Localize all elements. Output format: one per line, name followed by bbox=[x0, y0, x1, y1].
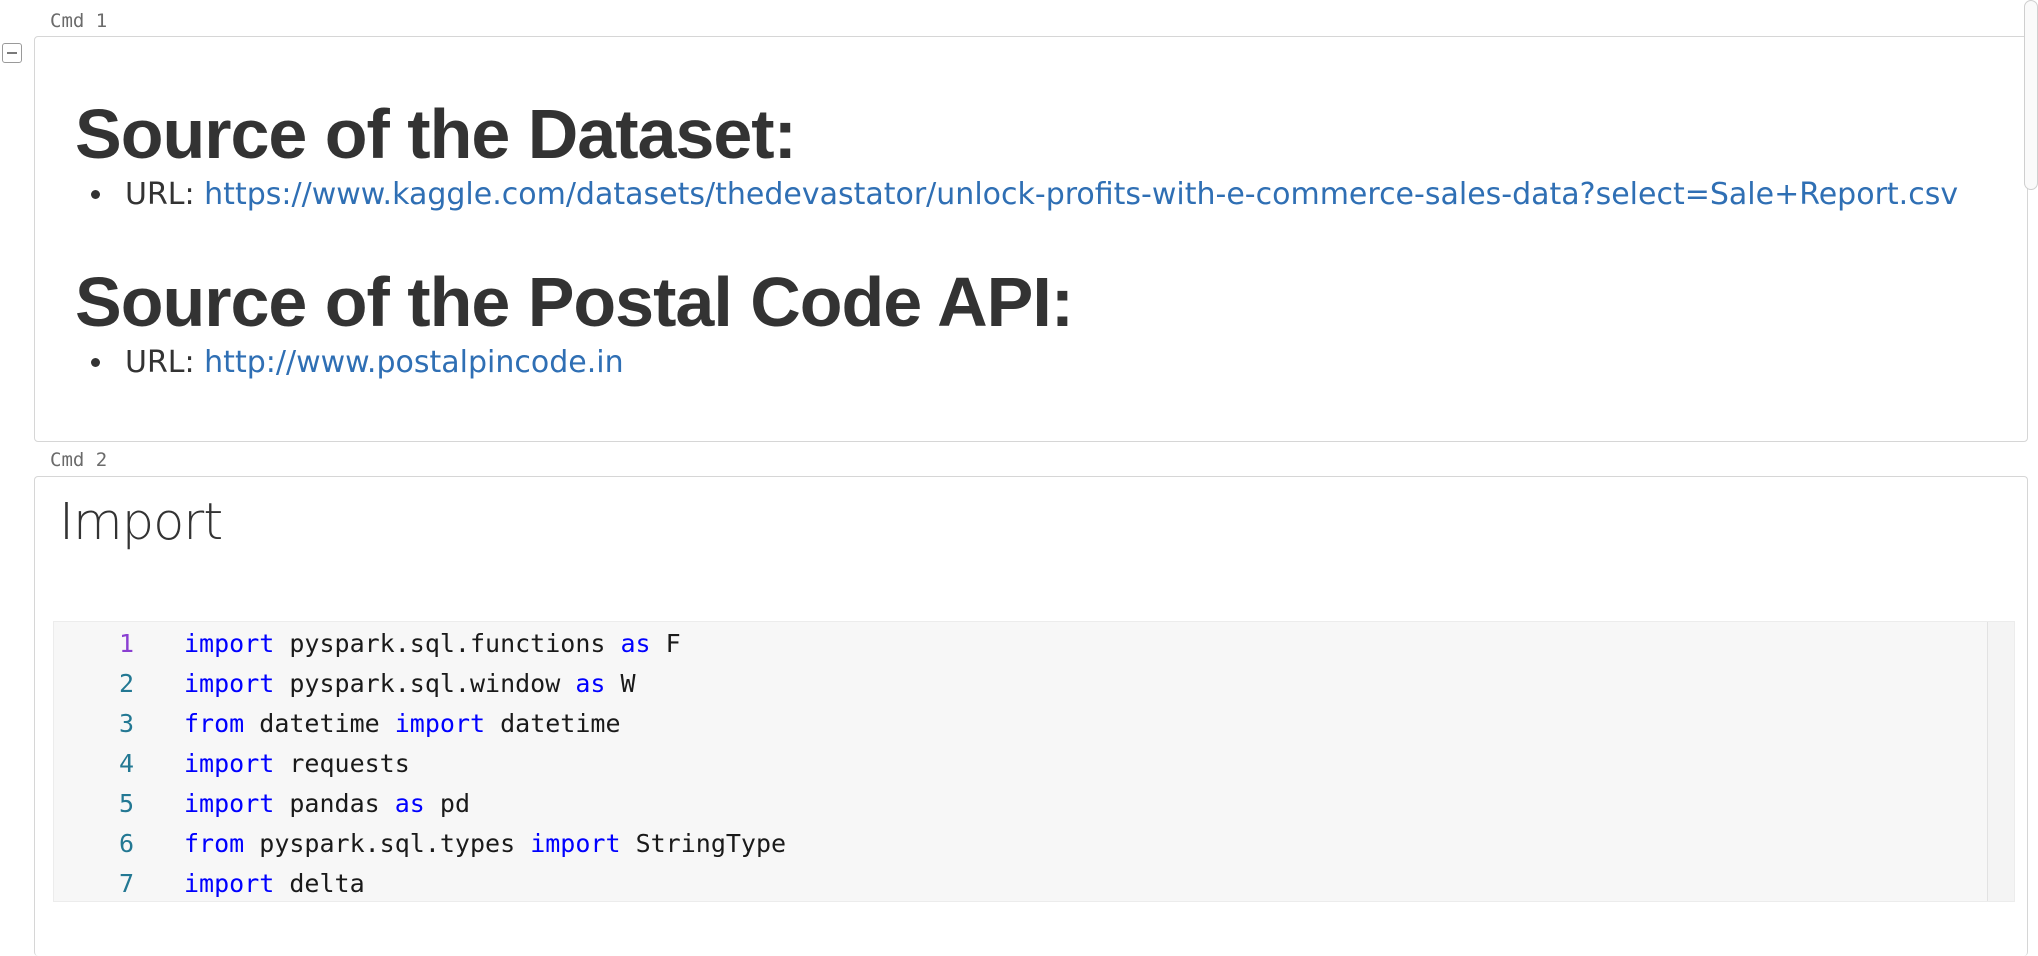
code-text: import requests bbox=[184, 744, 410, 784]
code-token: W bbox=[605, 669, 636, 698]
dataset-url-prefix: URL: bbox=[125, 177, 205, 212]
code-keyword: import bbox=[394, 709, 486, 738]
code-keyword: import bbox=[184, 749, 275, 778]
code-cell-2[interactable]: Import 1 import pyspark.sql.functions as … bbox=[34, 476, 2028, 956]
postal-api-source-heading: Source of the Postal Code API: bbox=[75, 263, 1074, 341]
code-keyword: import bbox=[184, 669, 275, 698]
dataset-url-item: URL: https://www.kaggle.com/datasets/the… bbox=[91, 177, 1958, 212]
code-editor[interactable]: 1 import pyspark.sql.functions as F 2 impor… bbox=[53, 621, 2015, 902]
page-scrollbar[interactable] bbox=[2024, 0, 2038, 190]
code-token: pyspark.sql.window bbox=[274, 669, 576, 698]
line-number: 5 bbox=[118, 789, 134, 818]
dataset-source-heading: Source of the Dataset: bbox=[75, 95, 797, 173]
code-token: pandas bbox=[274, 789, 395, 818]
code-text: import pandas as pd bbox=[184, 784, 470, 824]
code-keyword: as bbox=[575, 669, 606, 698]
code-text: from datetime import datetime bbox=[184, 704, 621, 744]
line-number: 7 bbox=[118, 869, 134, 898]
code-keyword: as bbox=[620, 629, 651, 658]
dataset-url-link[interactable]: https://www.kaggle.com/datasets/thedevas… bbox=[204, 177, 1958, 212]
code-token: requests bbox=[274, 749, 410, 778]
bullet-icon bbox=[91, 358, 100, 367]
code-scrollbar[interactable] bbox=[1987, 622, 2014, 901]
markdown-cell-1[interactable]: Source of the Dataset: URL: https://www.… bbox=[34, 36, 2028, 442]
postal-api-url-link[interactable]: http://www.postalpincode.in bbox=[204, 345, 623, 380]
cmd-label-1: Cmd 1 bbox=[50, 10, 108, 32]
code-token: pyspark.sql.functions bbox=[274, 629, 621, 658]
line-number: 6 bbox=[118, 829, 134, 858]
code-text: import pyspark.sql.window as W bbox=[184, 664, 636, 704]
code-text: import delta bbox=[184, 864, 365, 904]
cmd-label-2: Cmd 2 bbox=[50, 449, 108, 471]
code-text: from pyspark.sql.types import StringType bbox=[184, 824, 786, 864]
import-title: Import bbox=[59, 493, 223, 552]
code-token: pd bbox=[424, 789, 470, 818]
collapse-minus-icon[interactable] bbox=[2, 43, 22, 63]
code-keyword: import bbox=[184, 869, 275, 898]
code-token: pyspark.sql.types bbox=[244, 829, 531, 858]
bullet-icon bbox=[91, 190, 100, 199]
line-number: 3 bbox=[118, 709, 134, 738]
code-keyword: import bbox=[530, 829, 621, 858]
code-text: import pyspark.sql.functions as F bbox=[184, 624, 681, 664]
line-number: 4 bbox=[118, 749, 134, 778]
code-keyword: import bbox=[184, 629, 275, 658]
code-keyword: from bbox=[184, 709, 245, 738]
postal-api-url-item: URL: http://www.postalpincode.in bbox=[91, 345, 624, 380]
code-token: StringType bbox=[620, 829, 787, 858]
line-number: 2 bbox=[118, 669, 134, 698]
code-token: datetime bbox=[485, 709, 621, 738]
code-keyword: from bbox=[184, 829, 245, 858]
code-token: delta bbox=[274, 869, 365, 898]
code-token: F bbox=[650, 629, 681, 658]
code-keyword: as bbox=[394, 789, 425, 818]
code-keyword: import bbox=[184, 789, 275, 818]
line-number: 1 bbox=[118, 629, 134, 658]
postal-api-url-prefix: URL: bbox=[125, 345, 205, 380]
code-token: datetime bbox=[244, 709, 395, 738]
